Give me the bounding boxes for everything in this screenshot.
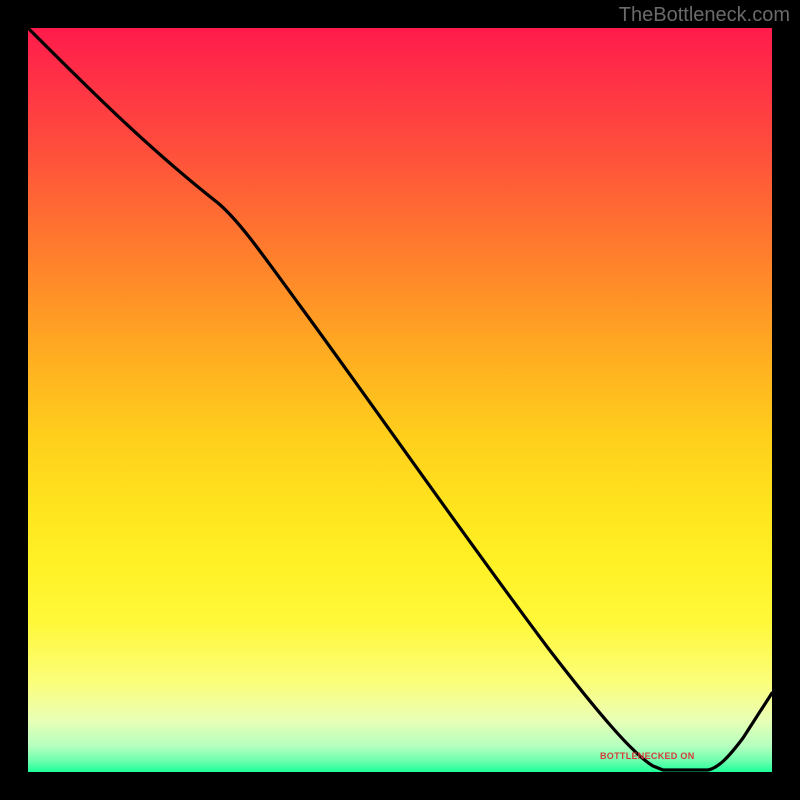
watermark-text: TheBottleneck.com — [619, 4, 790, 27]
chart-gradient-background — [28, 28, 772, 772]
baseline-label: BOTTLENECKED ON — [600, 751, 695, 761]
